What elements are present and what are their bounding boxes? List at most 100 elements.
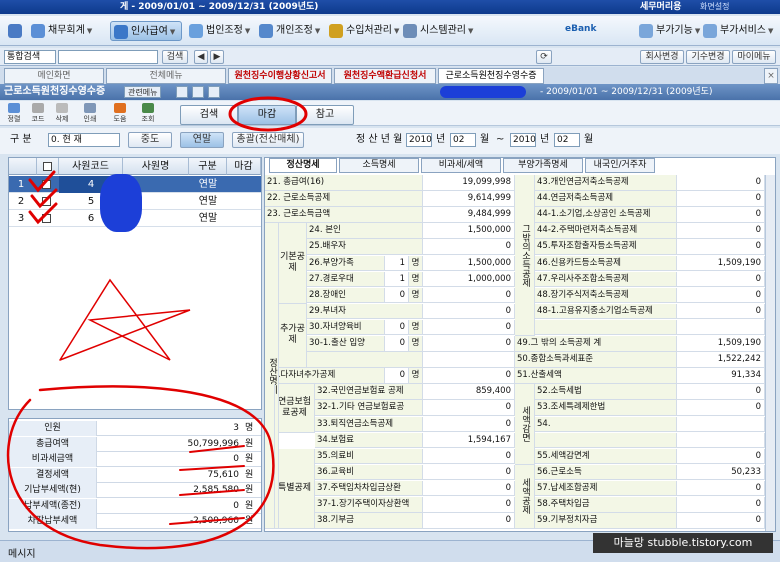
deduction-value[interactable]: 9,484,999: [423, 207, 515, 223]
from-month-select[interactable]: 02: [450, 133, 476, 147]
count-input[interactable]: 1: [385, 271, 409, 288]
tab-resident[interactable]: 내국인/거주자: [585, 158, 655, 173]
deduction-value[interactable]: 0: [677, 497, 765, 513]
deduction-value[interactable]: 0: [423, 448, 515, 465]
window-icon[interactable]: [176, 86, 188, 98]
close-tab-icon[interactable]: ×: [764, 68, 778, 84]
print-button[interactable]: 인쇄: [82, 103, 98, 123]
deduction-value[interactable]: 1,500,000: [423, 223, 515, 239]
message-label[interactable]: 메시지: [8, 545, 36, 560]
deduction-value[interactable]: 19,099,998: [423, 175, 515, 191]
deduction-value[interactable]: 0: [423, 336, 515, 352]
period-change-button[interactable]: 기수변경: [686, 50, 730, 64]
row-checkbox[interactable]: [42, 214, 51, 223]
menu-payroll[interactable]: 인사급여 ▼: [110, 21, 183, 41]
deduction-value[interactable]: 0: [423, 497, 515, 513]
back-arrow-icon[interactable]: ◀: [194, 50, 208, 64]
deduction-value[interactable]: [423, 352, 515, 368]
deduction-value[interactable]: 0: [677, 480, 765, 497]
deduction-value[interactable]: 1,500,000: [423, 255, 515, 271]
deduction-value[interactable]: 0: [423, 464, 515, 481]
scrollbar[interactable]: [765, 175, 775, 531]
close-action-button[interactable]: 마감: [238, 105, 296, 125]
deduction-value[interactable]: 0: [677, 448, 765, 465]
deduction-value[interactable]: 1,594,167: [423, 432, 515, 449]
tab-dependents[interactable]: 부양가족명세: [503, 158, 583, 173]
company-change-button[interactable]: 회사변경: [640, 50, 684, 64]
yearend-button[interactable]: 연말: [180, 132, 224, 148]
deduction-value[interactable]: 0: [677, 384, 765, 400]
tab-withholding-report[interactable]: 원천징수이행상황신고서: [228, 68, 332, 84]
deduction-value[interactable]: [677, 416, 765, 432]
deduction-value[interactable]: 1,000,000: [423, 271, 515, 288]
deduction-value[interactable]: 0: [423, 480, 515, 497]
row-checkbox[interactable]: [42, 180, 51, 189]
tab-withholding-refund[interactable]: 원천징수액환급신청서: [334, 68, 436, 84]
deduction-value[interactable]: 50,233: [677, 464, 765, 481]
deduction-value[interactable]: 0: [677, 287, 765, 304]
refresh-icon[interactable]: ⟳: [536, 50, 552, 64]
to-month-select[interactable]: 02: [554, 133, 580, 147]
count-input[interactable]: 1: [385, 255, 409, 271]
tab-all-menu[interactable]: 전체메뉴: [106, 68, 226, 84]
row-checkbox[interactable]: [42, 197, 51, 206]
search-button[interactable]: 검색: [162, 50, 188, 64]
select-all-header[interactable]: [37, 158, 59, 175]
deduction-value[interactable]: [677, 319, 765, 336]
query-button[interactable]: 조회: [140, 103, 156, 123]
col-type[interactable]: 구분: [189, 158, 227, 175]
col-closed[interactable]: 마감: [227, 158, 261, 175]
deduction-value[interactable]: 0: [677, 303, 765, 320]
menu-finance[interactable]: 채무회계 ▼: [28, 21, 98, 41]
deduction-value[interactable]: 0: [677, 207, 765, 223]
category-select[interactable]: 0. 현 재: [48, 133, 120, 147]
deduction-value[interactable]: 1,509,190: [677, 336, 765, 352]
deduction-value[interactable]: 0: [423, 416, 515, 432]
deduction-value[interactable]: 0: [677, 191, 765, 207]
reference-button[interactable]: 참고: [296, 105, 354, 125]
home-button[interactable]: [4, 21, 26, 41]
deduction-value[interactable]: 0: [423, 400, 515, 416]
deduction-value[interactable]: 0: [677, 513, 765, 529]
help-button[interactable]: 도움: [112, 103, 128, 123]
menu-service[interactable]: 부가서비스 ▼: [700, 21, 779, 41]
menu-personal-adjust[interactable]: 개인조정 ▼: [256, 21, 326, 41]
delete-button[interactable]: 삭제: [54, 103, 70, 123]
count-input[interactable]: 0: [385, 287, 409, 304]
deduction-value[interactable]: 0: [423, 319, 515, 336]
search-action-button[interactable]: 검색: [180, 105, 238, 125]
midyear-button[interactable]: 중도: [128, 132, 172, 148]
tab-income-detail[interactable]: 소득명세: [339, 158, 419, 173]
total-media-button[interactable]: 총괄(전산매체): [232, 132, 304, 148]
deduction-value[interactable]: 0: [423, 368, 515, 384]
tab-settlement[interactable]: 정산명세: [269, 158, 337, 173]
deduction-value[interactable]: 0: [423, 303, 515, 320]
sort-button[interactable]: 정렬: [6, 103, 22, 123]
search-scope-select[interactable]: 통합검색: [4, 50, 56, 64]
col-emp-name[interactable]: 사원명: [123, 158, 189, 175]
to-year-input[interactable]: 2010: [510, 133, 536, 147]
tab-main[interactable]: 메인화면: [4, 68, 104, 84]
deduction-value[interactable]: 0: [677, 271, 765, 288]
count-input[interactable]: 0: [385, 336, 409, 352]
search-input[interactable]: [58, 50, 158, 64]
related-menu-button[interactable]: 관련메뉴: [124, 86, 162, 98]
deduction-value[interactable]: 0: [677, 239, 765, 255]
deduction-value[interactable]: 1,522,242: [677, 352, 765, 368]
count-input[interactable]: 0: [385, 319, 409, 336]
col-emp-code[interactable]: 사원코드: [59, 158, 123, 175]
forward-arrow-icon[interactable]: ▶: [210, 50, 224, 64]
menu-extra[interactable]: 부가기능 ▼: [636, 21, 706, 41]
help-icon[interactable]: [208, 86, 220, 98]
menu-corp-adjust[interactable]: 법인조정 ▼: [186, 21, 256, 41]
deduction-value[interactable]: 1,509,190: [677, 255, 765, 271]
deduction-value[interactable]: 0: [423, 513, 515, 529]
from-year-input[interactable]: 2010: [406, 133, 432, 147]
tray-label[interactable]: 화면설정: [700, 0, 729, 14]
deduction-value[interactable]: 859,400: [423, 384, 515, 400]
deduction-value[interactable]: 0: [677, 223, 765, 239]
code-button[interactable]: 코드: [30, 103, 46, 123]
deduction-value[interactable]: 0: [423, 239, 515, 255]
tab-nontax[interactable]: 비과세/세액: [421, 158, 501, 173]
deduction-value[interactable]: 91,334: [677, 368, 765, 384]
